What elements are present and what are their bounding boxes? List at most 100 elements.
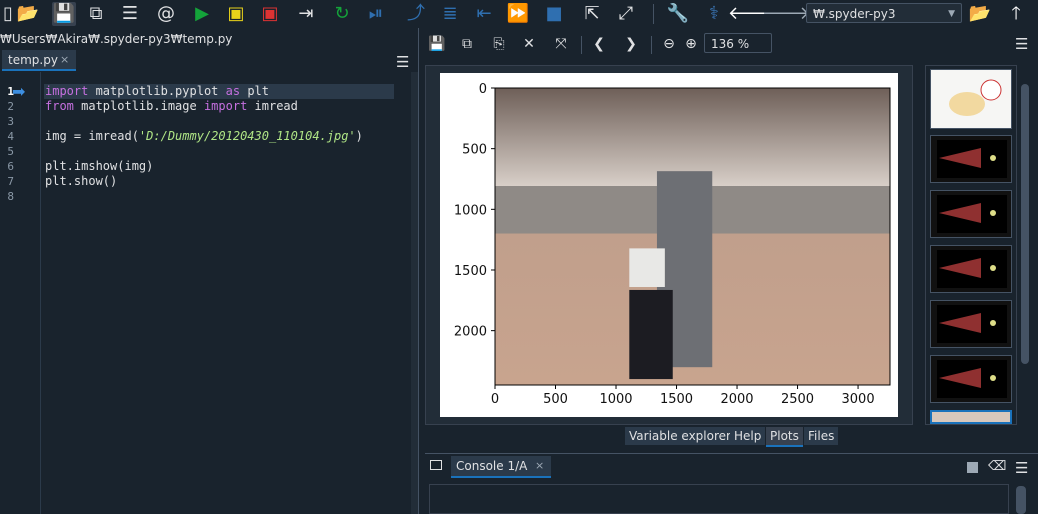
tab-files[interactable]: Files — [804, 427, 839, 445]
open-env-icon[interactable]: 📂 — [968, 2, 992, 26]
zoom-level-field[interactable]: 136 % — [704, 33, 772, 53]
y-tick-label: 0 — [479, 82, 487, 97]
plot-thumbnail[interactable] — [930, 190, 1012, 238]
code-text: plt — [240, 84, 269, 98]
remove-plot-icon[interactable]: ✕ — [519, 34, 539, 54]
code-text: imread — [247, 99, 298, 113]
line-number: 6 — [7, 160, 14, 173]
thumbnail-scrollbar-handle[interactable] — [1021, 84, 1029, 364]
chevron-down-icon: ▼ — [948, 9, 955, 19]
x-tick-label: 3000 — [842, 392, 875, 407]
debug-icon[interactable]: ⏯ — [364, 2, 388, 26]
line-number: 4 — [7, 130, 14, 143]
thumbnail-dark-plot — [937, 305, 1007, 343]
environment-label: ₩.spyder-py3 — [813, 7, 896, 21]
line-number: 8 — [7, 190, 14, 203]
save-all-plots-icon[interactable]: ⧉ — [457, 34, 477, 54]
plot-thumbnail[interactable] — [930, 300, 1012, 348]
code-text: matplotlib.image — [73, 99, 204, 113]
file-path-bar: ₩Users₩Akira₩.spyder-py3₩temp.py — [0, 32, 233, 46]
up-icon[interactable]: 🡑 — [1004, 2, 1028, 26]
editor-scrollbar[interactable] — [411, 72, 418, 514]
remove-all-plots-icon[interactable]: ⤧ — [551, 34, 571, 54]
continue-icon[interactable]: ⏩ — [506, 2, 530, 26]
plot-figure: 0 500 1000 1500 2000 2500 3000 0 500 1000 1500 200… — [440, 73, 898, 417]
environment-select[interactable]: ₩.spyder-py3 ▼ — [806, 3, 962, 23]
console-scrollbar[interactable] — [1016, 486, 1026, 514]
x-tick-label: 500 — [543, 392, 568, 407]
thumbnail-cartoon — [931, 70, 1011, 128]
code-line-2: from matplotlib.image import imread — [45, 99, 298, 114]
x-tick-label: 0 — [491, 392, 499, 407]
line-number: 3 — [7, 115, 14, 128]
current-line-arrow-icon: ➡ — [12, 82, 26, 101]
step-into-icon[interactable]: ≣ — [438, 2, 462, 26]
pane-splitter[interactable] — [418, 28, 425, 514]
thumbnail-dark-plot — [937, 250, 1007, 288]
plots-options-menu-icon[interactable]: ☰ — [1015, 35, 1028, 53]
console-options-menu-icon[interactable]: ☰ — [1015, 459, 1028, 477]
plot-thumbnail[interactable] — [930, 69, 1012, 129]
close-icon[interactable]: × — [60, 50, 69, 70]
tab-help[interactable]: Help — [730, 427, 766, 445]
line-number: 7 — [7, 175, 14, 188]
tab-plots[interactable]: Plots — [766, 427, 803, 447]
console-window-icon[interactable] — [430, 460, 442, 470]
keyword: from — [45, 99, 74, 113]
zoom-in-icon[interactable]: ⊕ — [681, 34, 701, 54]
open-folder-icon[interactable]: 📂 — [16, 2, 40, 26]
plot-thumbnail[interactable] — [930, 135, 1012, 183]
code-line-1: import matplotlib.pyplot as plt — [45, 84, 269, 99]
step-return-icon[interactable]: ⇤ — [472, 2, 496, 26]
stop-icon[interactable]: ■ — [542, 2, 566, 26]
line-number: 2 — [7, 100, 14, 113]
y-tick-label: 500 — [462, 143, 487, 158]
zoom-out-icon[interactable]: ⊖ — [659, 34, 679, 54]
tab-console[interactable]: Console 1/A × — [451, 456, 551, 478]
run-cell-icon[interactable]: ▣ — [224, 2, 248, 26]
copy-plot-icon[interactable]: ⎘ — [489, 34, 509, 54]
at-icon[interactable]: @ — [154, 2, 178, 26]
plot-thumbnail-selected[interactable] — [930, 410, 1012, 424]
rerun-icon[interactable]: ↻ — [330, 2, 354, 26]
back-icon[interactable]: 🡐 — [728, 2, 776, 26]
photo-bag — [629, 248, 665, 287]
previous-plot-icon[interactable]: ❮ — [589, 34, 609, 54]
photo-image — [494, 87, 891, 386]
stop-icon[interactable] — [967, 462, 978, 473]
fullscreen-icon[interactable]: ⤢ — [614, 2, 638, 26]
y-axis: 0 500 1000 1500 2000 — [454, 82, 495, 340]
console-output[interactable] — [429, 484, 1009, 514]
tab-temp-py[interactable]: temp.py × — [2, 50, 76, 71]
tab-variable-explorer[interactable]: Variable explorer — [625, 427, 735, 445]
line-number: 5 — [7, 145, 14, 158]
editor-options-menu-icon[interactable]: ☰ — [396, 53, 409, 71]
eraser-icon[interactable]: ⌫ — [988, 459, 1006, 474]
y-tick-label: 2000 — [454, 325, 487, 340]
plot-thumbnail[interactable] — [930, 355, 1012, 403]
next-plot-icon[interactable]: ❯ — [621, 34, 641, 54]
run-cell-advance-icon[interactable]: ▣ — [258, 2, 282, 26]
keyword: import — [203, 99, 248, 113]
run-icon[interactable]: ▶ — [190, 2, 214, 26]
wrench-icon[interactable]: 🔧 — [666, 2, 690, 26]
outline-icon[interactable]: ☰ — [118, 2, 142, 26]
code-text: img = imread( — [45, 129, 139, 143]
x-tick-label: 2500 — [781, 392, 814, 407]
plot-thumbnail[interactable] — [930, 245, 1012, 293]
python-icon[interactable]: ⚕ — [702, 2, 726, 26]
save-all-icon[interactable]: ⧉ — [84, 2, 108, 26]
thumbnail-dark-plot — [937, 195, 1007, 233]
thumbnail-dark-plot — [937, 140, 1007, 178]
step-icon[interactable]: ⤴ — [404, 2, 428, 26]
string-literal: 'D:/Dummy/20120430_110104.jpg' — [138, 129, 356, 143]
save-icon[interactable]: 💾 — [52, 2, 76, 26]
y-tick-label: 1500 — [454, 264, 487, 279]
maximize-icon[interactable]: ⇱ — [580, 2, 604, 26]
tab-label: temp.py — [8, 53, 58, 67]
run-selection-icon[interactable]: ⇥ — [294, 2, 318, 26]
code-editor[interactable]: import matplotlib.pyplot as plt from mat… — [41, 72, 411, 514]
save-plot-icon[interactable]: 💾 — [427, 34, 447, 54]
forward-icon[interactable]: 🡒 — [762, 2, 810, 26]
close-icon[interactable]: × — [535, 456, 544, 476]
